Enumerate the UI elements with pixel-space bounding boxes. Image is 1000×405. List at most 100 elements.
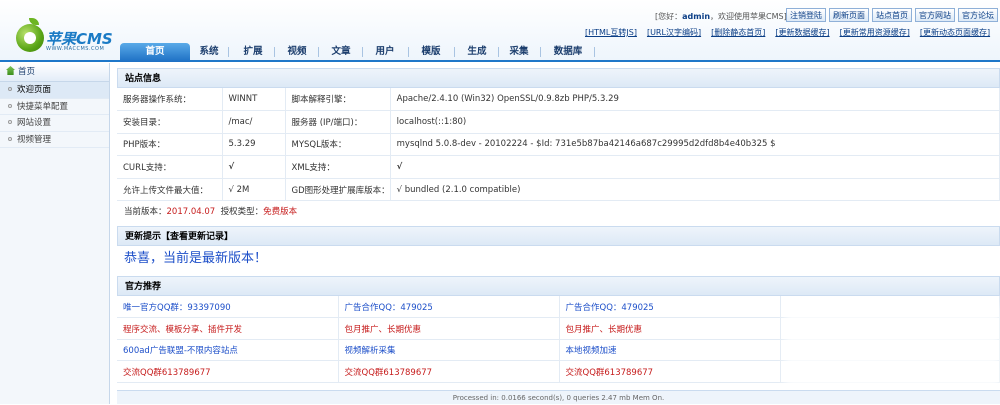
header: 苹果CMS WWW.MACCMS.COM [您好：admin，欢迎使用苹果CMS… xyxy=(0,0,1000,62)
table-row: PHP版本： 5.3.29 MYSQL版本： mysqlnd 5.0.8-dev… xyxy=(117,133,1000,157)
version-label: 当前版本： xyxy=(124,207,167,218)
sidebar-item-label: 视频管理 xyxy=(17,134,52,145)
greeting-prefix: [您好： xyxy=(655,12,683,21)
main-nav: 首页 系统 扩展 视频 文章 用户 模版 生成 采集 数据库 xyxy=(0,42,1000,62)
tab-collect[interactable]: 采集 xyxy=(502,43,536,62)
sidebar-item-site-settings[interactable]: 网站设置 xyxy=(0,115,109,132)
recommend-link[interactable]: 本地视频加速 xyxy=(559,339,781,362)
tab-database[interactable]: 数据库 xyxy=(544,43,592,62)
recommend-link[interactable]: 广告合作QQ：479025 xyxy=(559,296,781,319)
tab-template[interactable]: 模版 xyxy=(412,43,450,62)
info-label: 允许上传文件最大值： xyxy=(117,178,223,202)
link-update-data-cache[interactable]: [更新数据缓存] xyxy=(775,27,829,38)
recommend-link[interactable]: 视频解析采集 xyxy=(338,339,560,362)
update-title-text: 更新提示 xyxy=(125,232,162,243)
sidebar-item-quick-menu[interactable]: 快捷菜单配置 xyxy=(0,99,109,115)
tab-video[interactable]: 视频 xyxy=(278,43,316,62)
site-info-table: 服务器操作系统： WINNT 脚本解释引擎： Apache/2.4.10 (Wi… xyxy=(117,88,1000,202)
tab-separator xyxy=(454,47,455,57)
info-label: 服务器 (IP/端口)： xyxy=(285,110,391,134)
info-value: localhost(::1:80) xyxy=(390,110,1000,134)
update-message: 恭喜，当前是最新版本！ xyxy=(124,251,268,267)
sidebar-item-label: 欢迎页面 xyxy=(17,85,52,95)
link-update-resource-cache[interactable]: [更新常用资源缓存] xyxy=(840,27,910,38)
recommend-link[interactable]: 广告合作QQ：479025 xyxy=(338,296,560,319)
official-site-button[interactable]: 官方网站 xyxy=(915,8,955,22)
info-label: 服务器操作系统： xyxy=(117,88,223,112)
tab-separator xyxy=(228,47,229,57)
info-value: Apache/2.4.10 (Win32) OpenSSL/0.9.8zb PH… xyxy=(390,88,1000,112)
home-icon xyxy=(6,66,15,75)
info-value: mysqlnd 5.0.8-dev - 20102224 - $Id: 731e… xyxy=(390,133,1000,157)
link-url-encode[interactable]: [URL汉字编码] xyxy=(647,27,701,38)
tab-separator xyxy=(408,47,409,57)
check-icon: √ xyxy=(390,155,1000,179)
check-icon: √ xyxy=(222,155,286,179)
info-value: WINNT xyxy=(222,88,286,112)
tab-separator xyxy=(362,47,363,57)
license-value: 免费版本 xyxy=(263,207,298,218)
sidebar: 首页 欢迎页面 快捷菜单配置 网站设置 视频管理 xyxy=(0,63,110,404)
info-label: 安装目录： xyxy=(117,110,223,134)
bullet-icon xyxy=(8,136,12,141)
info-label: CURL支持： xyxy=(117,155,223,179)
greeting-suffix: ，欢迎使用苹果CMS] xyxy=(710,12,787,21)
version-value: 2017.04.07 xyxy=(166,207,216,218)
site-info-title: 站点信息 xyxy=(117,68,1000,88)
tab-extend[interactable]: 扩展 xyxy=(234,43,272,62)
official-forum-button[interactable]: 官方论坛 xyxy=(958,8,998,22)
blurred-overlay xyxy=(785,305,1000,390)
recommend-desc[interactable]: 包月推广、长期优惠 xyxy=(559,317,781,340)
sidebar-item-label: 快捷菜单配置 xyxy=(17,101,69,112)
info-value: √ bundled (2.1.0 compatible) xyxy=(390,178,1000,202)
site-home-button[interactable]: 站点首页 xyxy=(872,8,912,22)
recommend-desc[interactable]: 程序交流、模板分享、插件开发 xyxy=(117,317,339,340)
tab-generate[interactable]: 生成 xyxy=(458,43,496,62)
recommend-desc[interactable]: 包月推广、长期优惠 xyxy=(338,317,560,340)
bullet-icon xyxy=(8,120,12,124)
logout-button[interactable]: 注销登陆 xyxy=(786,8,826,22)
info-value: 5.3.29 xyxy=(222,133,286,157)
info-label: PHP版本： xyxy=(117,133,223,157)
sidebar-item-video-manage[interactable]: 视频管理 xyxy=(0,132,109,148)
table-row: CURL支持： √ XML支持： √ xyxy=(117,155,1000,179)
tab-separator xyxy=(594,47,595,57)
table-row: 服务器操作系统： WINNT 脚本解释引擎： Apache/2.4.10 (Wi… xyxy=(117,88,1000,112)
version-line: 当前版本：2017.04.07 授权类型：免费版本 xyxy=(117,201,1000,223)
recommend-link[interactable]: 唯一官方QQ群：93397090 xyxy=(117,296,339,319)
tab-home[interactable]: 首页 xyxy=(120,43,190,62)
tab-user[interactable]: 用户 xyxy=(366,43,404,62)
info-label: XML支持： xyxy=(285,155,391,179)
tab-separator xyxy=(498,47,499,57)
quick-links: [HTML互转JS] [URL汉字编码] [删除静态首页] [更新数据缓存] [… xyxy=(585,27,990,38)
tab-system[interactable]: 系统 xyxy=(190,43,228,62)
bullet-icon xyxy=(8,103,12,108)
recommend-desc[interactable]: 交流QQ群613789677 xyxy=(338,360,560,383)
refresh-button[interactable]: 刷新页面 xyxy=(829,8,869,22)
tab-article[interactable]: 文章 xyxy=(322,43,360,62)
recommend-desc[interactable]: 交流QQ群613789677 xyxy=(117,360,339,383)
tab-separator xyxy=(318,47,319,57)
link-html-js[interactable]: [HTML互转JS] xyxy=(585,27,637,38)
info-label: 脚本解释引擎： xyxy=(285,88,391,112)
footer: Processed in: 0.0166 second(s), 0 querie… xyxy=(117,390,1000,404)
greeting-user: admin xyxy=(682,12,711,21)
info-value: /mac/ xyxy=(222,110,286,134)
tab-separator xyxy=(274,47,275,57)
bullet-icon xyxy=(8,87,12,91)
sidebar-item-welcome[interactable]: 欢迎页面 xyxy=(0,82,109,99)
recommend-title: 官方推荐 xyxy=(117,276,1000,297)
sidebar-header[interactable]: 首页 xyxy=(0,63,109,82)
recommend-link[interactable]: 600ad广告联盟-不限内容站点 xyxy=(117,339,339,362)
update-history-link[interactable]: 【查看更新记录】 xyxy=(161,232,233,242)
link-update-dynamic-cache[interactable]: [更新动态页面缓存] xyxy=(920,27,990,38)
top-buttons: 注销登陆 刷新页面 站点首页 官方网站 官方论坛 xyxy=(786,8,998,22)
sidebar-item-label: 网站设置 xyxy=(17,118,52,128)
recommend-desc[interactable]: 交流QQ群613789677 xyxy=(559,360,781,383)
info-label: MYSQL版本： xyxy=(285,133,391,157)
license-label: 授权类型： xyxy=(220,207,264,218)
tab-separator xyxy=(540,47,541,57)
info-label: GD图形处理扩展库版本： xyxy=(285,178,391,202)
link-delete-static[interactable]: [删除静态首页] xyxy=(711,27,765,38)
sidebar-title: 首页 xyxy=(18,67,36,77)
